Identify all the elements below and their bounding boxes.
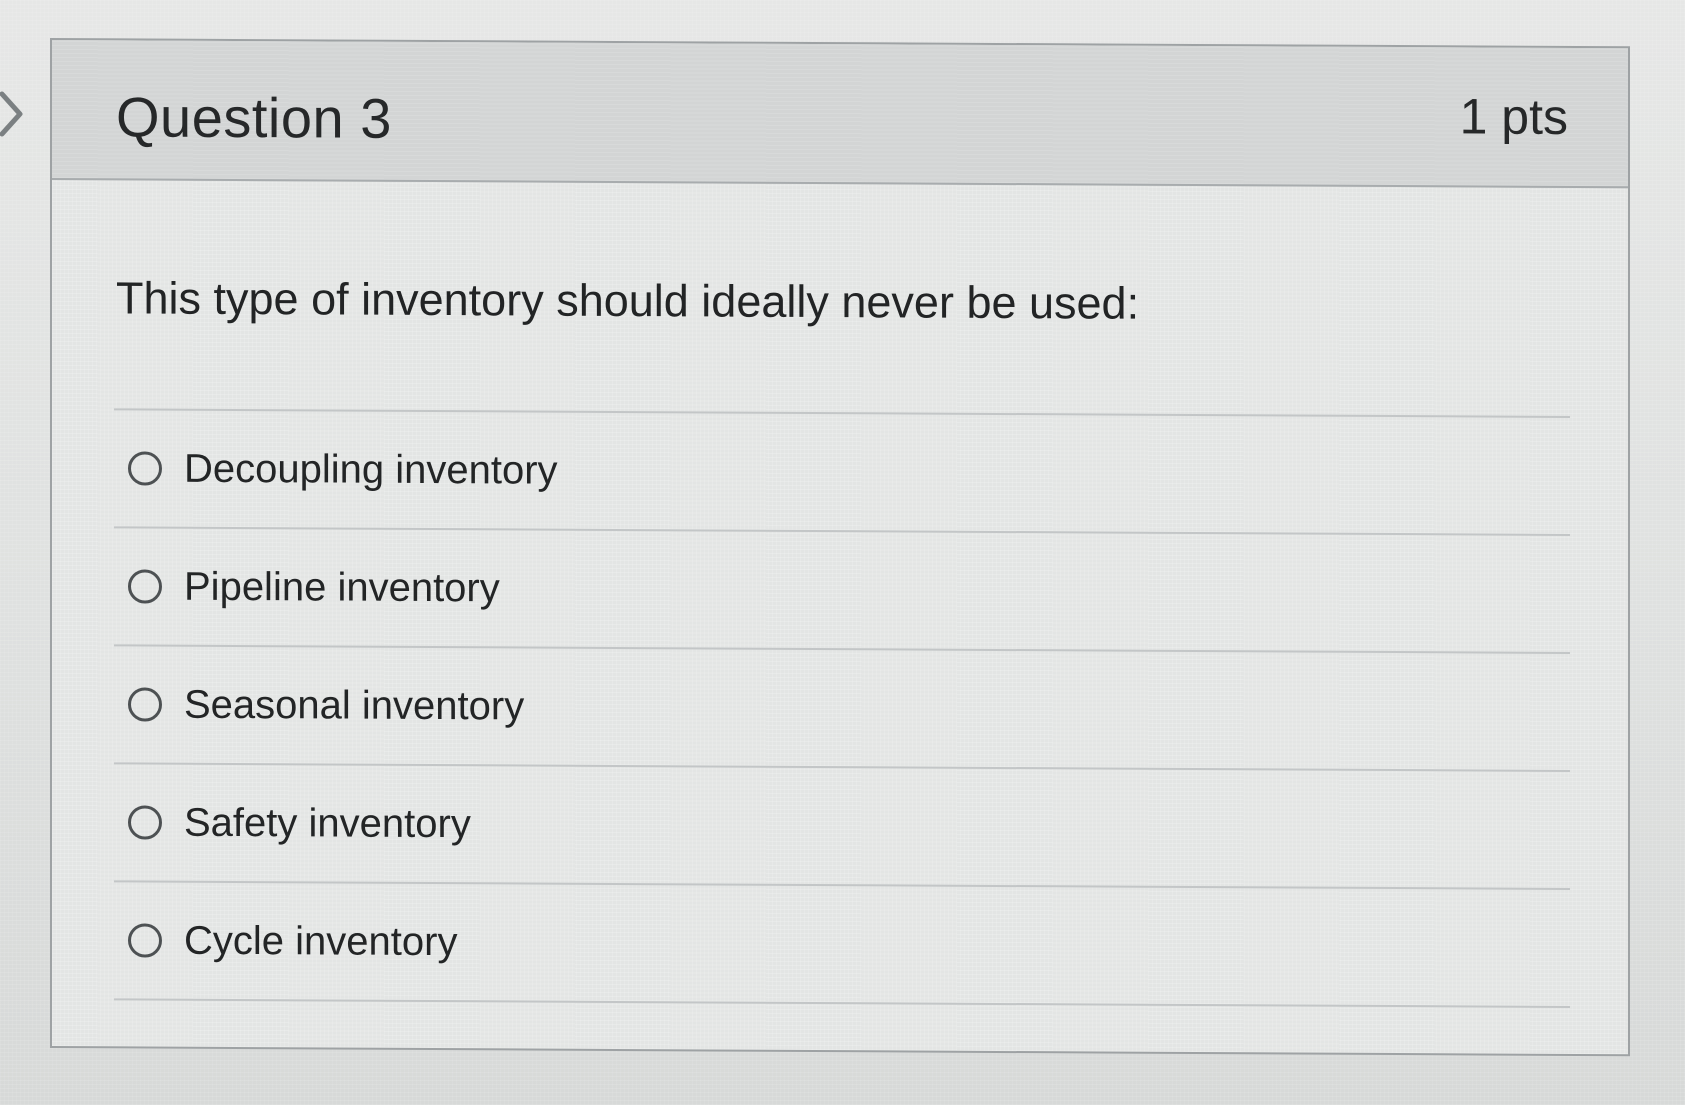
answer-option-cycle[interactable]: Cycle inventory	[114, 880, 1570, 1006]
answer-option-pipeline[interactable]: Pipeline inventory	[114, 526, 1570, 652]
answer-option-seasonal[interactable]: Seasonal inventory	[114, 644, 1570, 770]
radio-button-unchecked-icon[interactable]	[128, 451, 162, 486]
answer-option-decoupling[interactable]: Decoupling inventory	[114, 408, 1570, 534]
chevron-right-icon[interactable]	[0, 88, 28, 140]
question-prompt: This type of inventory should ideally ne…	[116, 272, 1140, 329]
radio-button-unchecked-icon[interactable]	[128, 569, 162, 604]
radio-button-unchecked-icon[interactable]	[128, 687, 162, 722]
answer-option-safety[interactable]: Safety inventory	[114, 762, 1570, 888]
answer-label: Decoupling inventory	[184, 446, 558, 493]
answer-label: Safety inventory	[184, 800, 471, 846]
question-points: 1 pts	[1459, 88, 1568, 145]
answer-label: Pipeline inventory	[184, 564, 500, 610]
answer-label: Cycle inventory	[184, 918, 458, 964]
question-title: Question 3	[116, 85, 392, 150]
answer-list: Decoupling inventory Pipeline inventory …	[114, 408, 1570, 1008]
question-header: Question 3 1 pts	[52, 40, 1628, 189]
question-card: Question 3 1 pts This type of inventory …	[50, 38, 1630, 1057]
radio-button-unchecked-icon[interactable]	[128, 805, 162, 840]
answer-label: Seasonal inventory	[184, 682, 525, 728]
radio-button-unchecked-icon[interactable]	[128, 923, 162, 958]
